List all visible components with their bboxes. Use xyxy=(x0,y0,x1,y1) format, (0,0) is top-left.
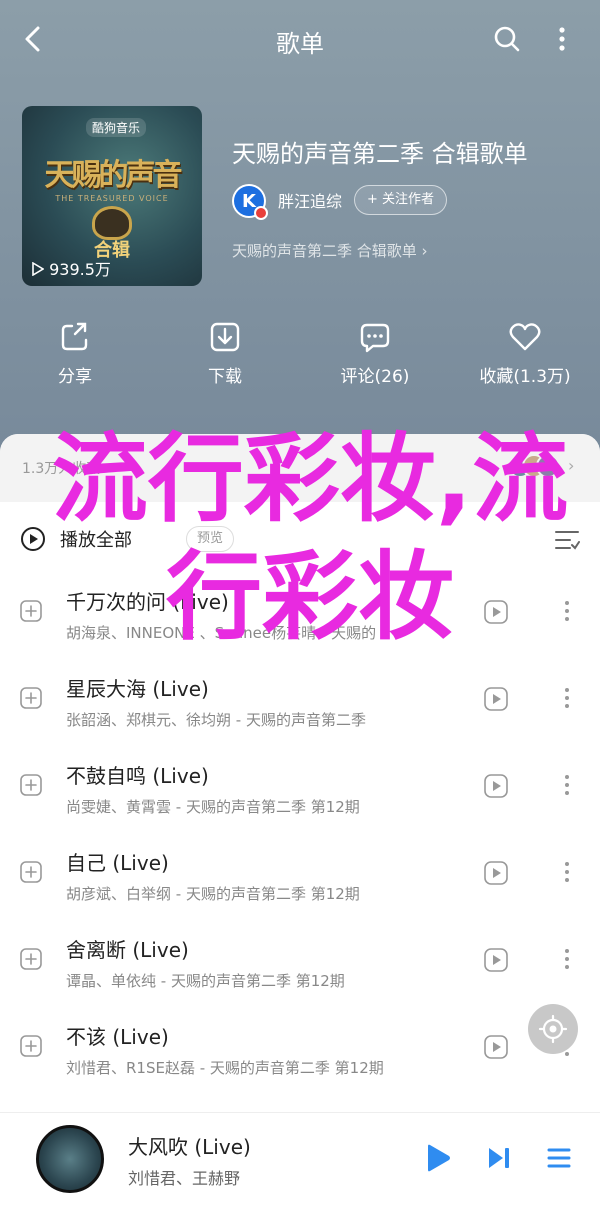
play-count-value: 939.5万 xyxy=(49,260,111,279)
mv-play-icon[interactable] xyxy=(484,600,508,628)
playlist-title: 天赐的声音第二季 合辑歌单 xyxy=(232,140,528,168)
cover-logo: 天赐的声音 xyxy=(44,158,183,193)
song-title: 自己 (Live) xyxy=(66,851,169,875)
now-playing-title: 大风吹 (Live) xyxy=(128,1135,251,1159)
more-vertical-icon[interactable] xyxy=(550,22,574,56)
author-avatar[interactable]: K xyxy=(232,184,268,220)
song-title: 千万次的问 (Live) xyxy=(66,590,229,614)
song-artists: 尚雯婕、黄霄雲 - 天赐的声音第二季 第12期 xyxy=(66,798,360,816)
playlist-description[interactable]: 天赐的声音第二季 合辑歌单 › xyxy=(232,240,428,261)
song-title: 不该 (Live) xyxy=(66,1025,169,1049)
comment-icon xyxy=(360,323,390,353)
add-to-list-icon[interactable] xyxy=(20,1035,42,1061)
comment-button[interactable]: 评论(26) xyxy=(300,320,450,387)
download-button[interactable]: 下载 xyxy=(150,320,300,387)
more-vertical-icon[interactable] xyxy=(560,683,574,717)
song-row[interactable]: 不该 (Live) 刘惜君、R1SE赵磊 - 天赐的声音第二季 第12期 xyxy=(0,1009,600,1095)
cover-subtitle: THE TREASURED VOICE xyxy=(55,194,169,203)
song-artists: 胡彦斌、白举纲 - 天赐的声音第二季 第12期 xyxy=(66,885,360,903)
song-title: 不鼓自鸣 (Live) xyxy=(66,764,209,788)
more-vertical-icon[interactable] xyxy=(560,857,574,891)
follow-author-button[interactable]: + 关注作者 xyxy=(354,185,448,215)
mini-player[interactable]: 大风吹 (Live) 刘惜君、王赫野 xyxy=(0,1112,600,1210)
now-playing-artist: 刘惜君、王赫野 xyxy=(128,1169,241,1188)
download-label: 下载 xyxy=(208,367,242,387)
play-count: 939.5万 xyxy=(32,256,111,280)
song-title: 星辰大海 (Live) xyxy=(66,677,209,701)
add-to-list-icon[interactable] xyxy=(20,861,42,887)
cover-brand: 酷狗音乐 xyxy=(86,118,147,137)
locate-current-song-button[interactable] xyxy=(528,1004,578,1054)
add-to-list-icon[interactable] xyxy=(20,774,42,800)
heart-icon xyxy=(509,323,541,351)
action-bar: 分享 下载 评论(26) 收藏(1.3万) xyxy=(0,320,600,400)
download-icon xyxy=(210,322,240,352)
trophy-icon xyxy=(92,206,132,240)
preview-button[interactable]: 预览 xyxy=(186,526,235,552)
mv-play-icon[interactable] xyxy=(484,774,508,802)
add-to-list-icon[interactable] xyxy=(20,687,42,713)
song-row[interactable]: 舍离断 (Live) 谭晶、单依纯 - 天赐的声音第二季 第12期 xyxy=(0,922,600,1008)
favorite-label: 收藏(1.3万) xyxy=(479,367,571,387)
share-icon xyxy=(61,322,88,351)
nav-bar: 歌单 xyxy=(0,0,600,78)
collector-avatars xyxy=(508,454,560,480)
favorite-button[interactable]: 收藏(1.3万) xyxy=(450,320,600,387)
mv-play-icon[interactable] xyxy=(484,948,508,976)
more-vertical-icon[interactable] xyxy=(560,944,574,978)
song-title: 舍离断 (Live) xyxy=(66,938,189,962)
share-button[interactable]: 分享 xyxy=(0,320,150,387)
locate-icon xyxy=(538,1014,568,1044)
song-artists: 胡海泉、INNEONE 、Sunnee杨芸晴 - 天赐的 xyxy=(66,624,377,642)
comment-label: 评论(26) xyxy=(340,367,410,387)
verified-badge-icon xyxy=(254,206,268,220)
now-playing-cover[interactable] xyxy=(36,1125,104,1193)
more-vertical-icon[interactable] xyxy=(560,596,574,630)
collectors-count: 1.3万人收藏 xyxy=(22,461,101,477)
collectors-bar[interactable]: 1.3万人收藏 › xyxy=(0,434,600,502)
next-track-icon xyxy=(489,1148,509,1168)
mv-play-icon[interactable] xyxy=(484,861,508,889)
mv-play-icon[interactable] xyxy=(484,687,508,715)
play-button[interactable] xyxy=(424,1143,452,1177)
play-circle-icon[interactable] xyxy=(20,526,46,556)
playlist-cover[interactable]: 酷狗音乐 天赐的声音 THE TREASURED VOICE 合辑 939.5万 xyxy=(22,106,202,286)
song-row[interactable]: 星辰大海 (Live) 张韶涵、郑棋元、徐均朔 - 天赐的声音第二季 xyxy=(0,661,600,747)
add-to-list-icon[interactable] xyxy=(20,948,42,974)
share-label: 分享 xyxy=(58,367,92,387)
song-artists: 张韶涵、郑棋元、徐均朔 - 天赐的声音第二季 xyxy=(66,711,366,729)
song-row[interactable]: 不鼓自鸣 (Live) 尚雯婕、黄霄雲 - 天赐的声音第二季 第12期 xyxy=(0,748,600,834)
next-button[interactable] xyxy=(486,1145,512,1175)
queue-list-icon xyxy=(547,1148,571,1168)
author-name[interactable]: 胖汪追综 xyxy=(278,188,342,212)
play-icon xyxy=(428,1144,450,1172)
song-row[interactable]: 千万次的问 (Live) 胡海泉、INNEONE 、Sunnee杨芸晴 - 天赐的 xyxy=(0,574,600,660)
song-artists: 刘惜君、R1SE赵磊 - 天赐的声音第二季 第12期 xyxy=(66,1059,384,1077)
avatar xyxy=(536,454,560,478)
play-all-button[interactable]: 播放全部 xyxy=(60,526,132,552)
mv-play-icon[interactable] xyxy=(484,1035,508,1063)
play-all-row: 播放全部 预览 xyxy=(0,518,600,558)
more-vertical-icon[interactable] xyxy=(560,770,574,804)
add-to-list-icon[interactable] xyxy=(20,600,42,626)
list-manage-icon[interactable] xyxy=(554,528,580,556)
search-icon[interactable] xyxy=(492,24,522,54)
playlist-queue-button[interactable] xyxy=(546,1145,572,1175)
song-artists: 谭晶、单依纯 - 天赐的声音第二季 第12期 xyxy=(66,972,345,990)
play-count-icon xyxy=(32,261,45,277)
chevron-right-icon: › xyxy=(568,456,575,475)
song-row[interactable]: 自己 (Live) 胡彦斌、白举纲 - 天赐的声音第二季 第12期 xyxy=(0,835,600,921)
